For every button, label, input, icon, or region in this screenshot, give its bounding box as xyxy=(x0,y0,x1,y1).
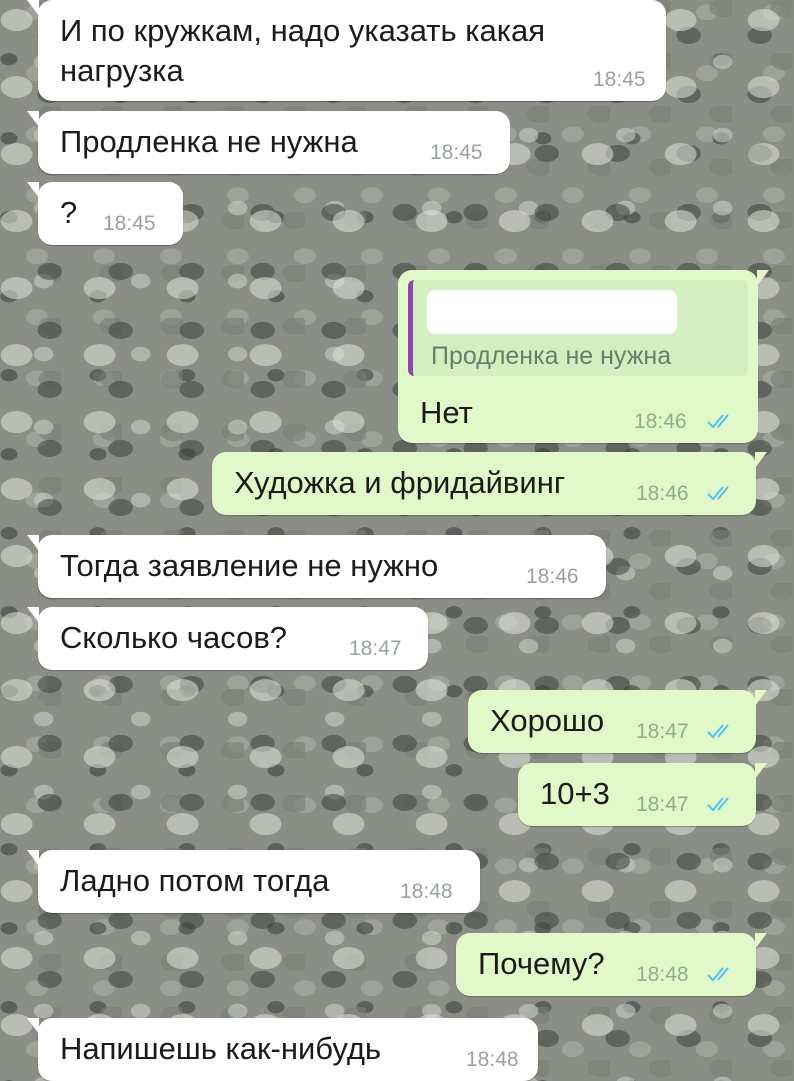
message-bubble-outgoing[interactable]: Почему? 18:48 xyxy=(456,933,767,996)
message-time: 18:47 xyxy=(636,720,689,743)
message-text: И по кружкам, надо указать какая xyxy=(60,13,546,48)
message-time: 18:45 xyxy=(593,68,646,91)
message-time: 18:47 xyxy=(636,793,689,816)
quoted-text: Продленка не нужна xyxy=(431,342,672,370)
message-time: 18:48 xyxy=(400,880,453,903)
message-bubble-outgoing[interactable]: Хорошо 18:47 xyxy=(468,690,767,753)
chat-area: И по кружкам, надо указать какая нагрузк… xyxy=(0,0,794,1081)
message-time: 18:46 xyxy=(636,482,689,505)
message-bubble-incoming[interactable]: И по кружкам, надо указать какая нагрузк… xyxy=(27,0,666,101)
message-time: 18:45 xyxy=(430,141,483,164)
message-text: Нет xyxy=(420,395,473,430)
message-text: Художка и фридайвинг xyxy=(234,465,566,500)
quoted-message[interactable]: Продленка не нужна xyxy=(408,280,748,376)
message-bubble-incoming[interactable]: Сколько часов? 18:47 xyxy=(27,607,428,670)
message-time: 18:48 xyxy=(466,1048,519,1071)
quoted-author-redacted xyxy=(427,290,677,334)
message-text: ? xyxy=(60,195,78,230)
message-bubble-incoming[interactable]: Тогда заявление не нужно 18:46 xyxy=(27,535,606,598)
message-bubble-incoming[interactable]: Продленка не нужна 18:45 xyxy=(27,111,510,174)
message-text: Хорошо xyxy=(490,703,605,738)
message-text: Продленка не нужна xyxy=(60,124,358,159)
message-bubble-incoming[interactable]: ? 18:45 xyxy=(27,182,183,245)
message-time: 18:46 xyxy=(634,410,687,433)
message-text: Почему? xyxy=(478,946,605,981)
double-check-icon xyxy=(707,486,729,501)
message-text: 10+3 xyxy=(540,776,610,811)
double-check-icon xyxy=(707,797,729,812)
message-bubble-outgoing-reply[interactable]: Продленка не нужна Нет 18:46 xyxy=(398,270,769,443)
message-time: 18:47 xyxy=(349,637,402,660)
message-bubble-incoming[interactable]: Напишешь как-нибудь 18:48 xyxy=(27,1018,538,1081)
message-text: Ладно потом тогда xyxy=(60,863,330,898)
message-time: 18:46 xyxy=(526,565,579,588)
message-text-line2: нагрузка xyxy=(60,53,184,88)
message-text: Напишешь как-нибудь xyxy=(60,1031,382,1066)
message-text: Тогда заявление не нужно xyxy=(60,548,439,583)
double-check-icon xyxy=(707,967,729,982)
message-time: 18:48 xyxy=(636,963,689,986)
double-check-icon xyxy=(707,724,729,739)
message-text: Сколько часов? xyxy=(60,620,288,655)
double-check-icon xyxy=(707,414,729,429)
message-time: 18:45 xyxy=(103,212,156,235)
message-bubble-incoming[interactable]: Ладно потом тогда 18:48 xyxy=(27,850,480,913)
message-bubble-outgoing[interactable]: Художка и фридайвинг 18:46 xyxy=(212,452,767,515)
message-bubble-outgoing[interactable]: 10+3 18:47 xyxy=(518,763,767,826)
